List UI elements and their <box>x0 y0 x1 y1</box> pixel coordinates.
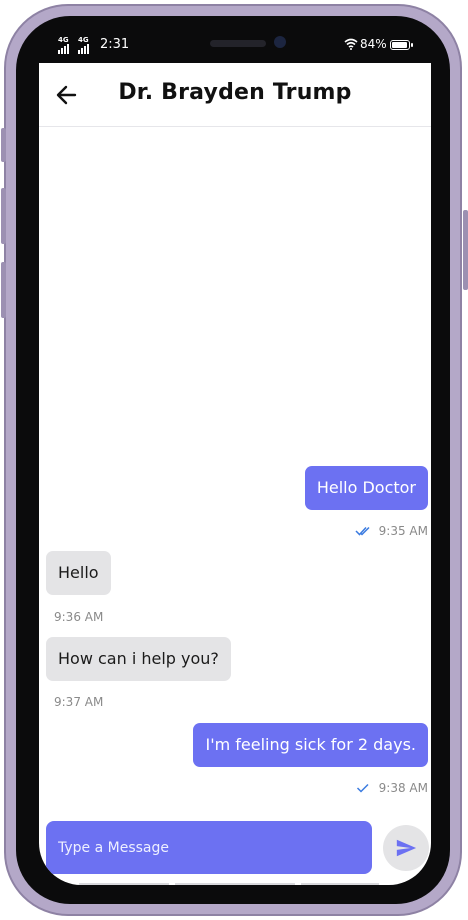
message-bubble-received[interactable]: Hello <box>46 551 111 595</box>
wifi-icon <box>344 38 358 50</box>
message-timestamp: 9:38 AM <box>378 781 428 795</box>
chat-header: Dr. Brayden Trump <box>39 63 431 127</box>
message-bubble-sent[interactable]: I'm feeling sick for 2 days. <box>193 723 428 767</box>
message-timestamp: 9:37 AM <box>54 695 104 709</box>
phone-side-button <box>1 188 6 244</box>
chat-screen: Dr. Brayden Trump Hello Doctor 9:35 AM H… <box>39 63 431 885</box>
double-check-icon <box>355 526 370 536</box>
network-type-1: 4G <box>58 36 69 44</box>
battery-icon <box>390 40 413 50</box>
phone-side-button <box>1 262 6 318</box>
status-time: 2:31 <box>100 37 130 52</box>
keyboard-edge <box>79 883 379 885</box>
message-bubble-sent[interactable]: Hello Doctor <box>304 466 428 510</box>
phone-side-button <box>1 128 6 162</box>
message-input[interactable] <box>46 821 372 874</box>
page-title: Dr. Brayden Trump <box>118 80 352 105</box>
message-timestamp: 9:35 AM <box>378 524 428 538</box>
message-timestamp: 9:36 AM <box>54 610 104 624</box>
network-type-2: 4G <box>78 36 89 44</box>
signal-icon <box>78 44 89 54</box>
status-bar: 4G 4G 2:31 84% <box>56 36 413 56</box>
battery-percent: 84% <box>360 37 387 51</box>
check-icon <box>356 783 369 793</box>
send-icon <box>396 839 417 857</box>
phone-side-button <box>463 210 468 290</box>
signal-icon <box>58 44 69 54</box>
send-button[interactable] <box>383 825 429 871</box>
message-bubble-received[interactable]: How can i help you? <box>46 637 231 681</box>
